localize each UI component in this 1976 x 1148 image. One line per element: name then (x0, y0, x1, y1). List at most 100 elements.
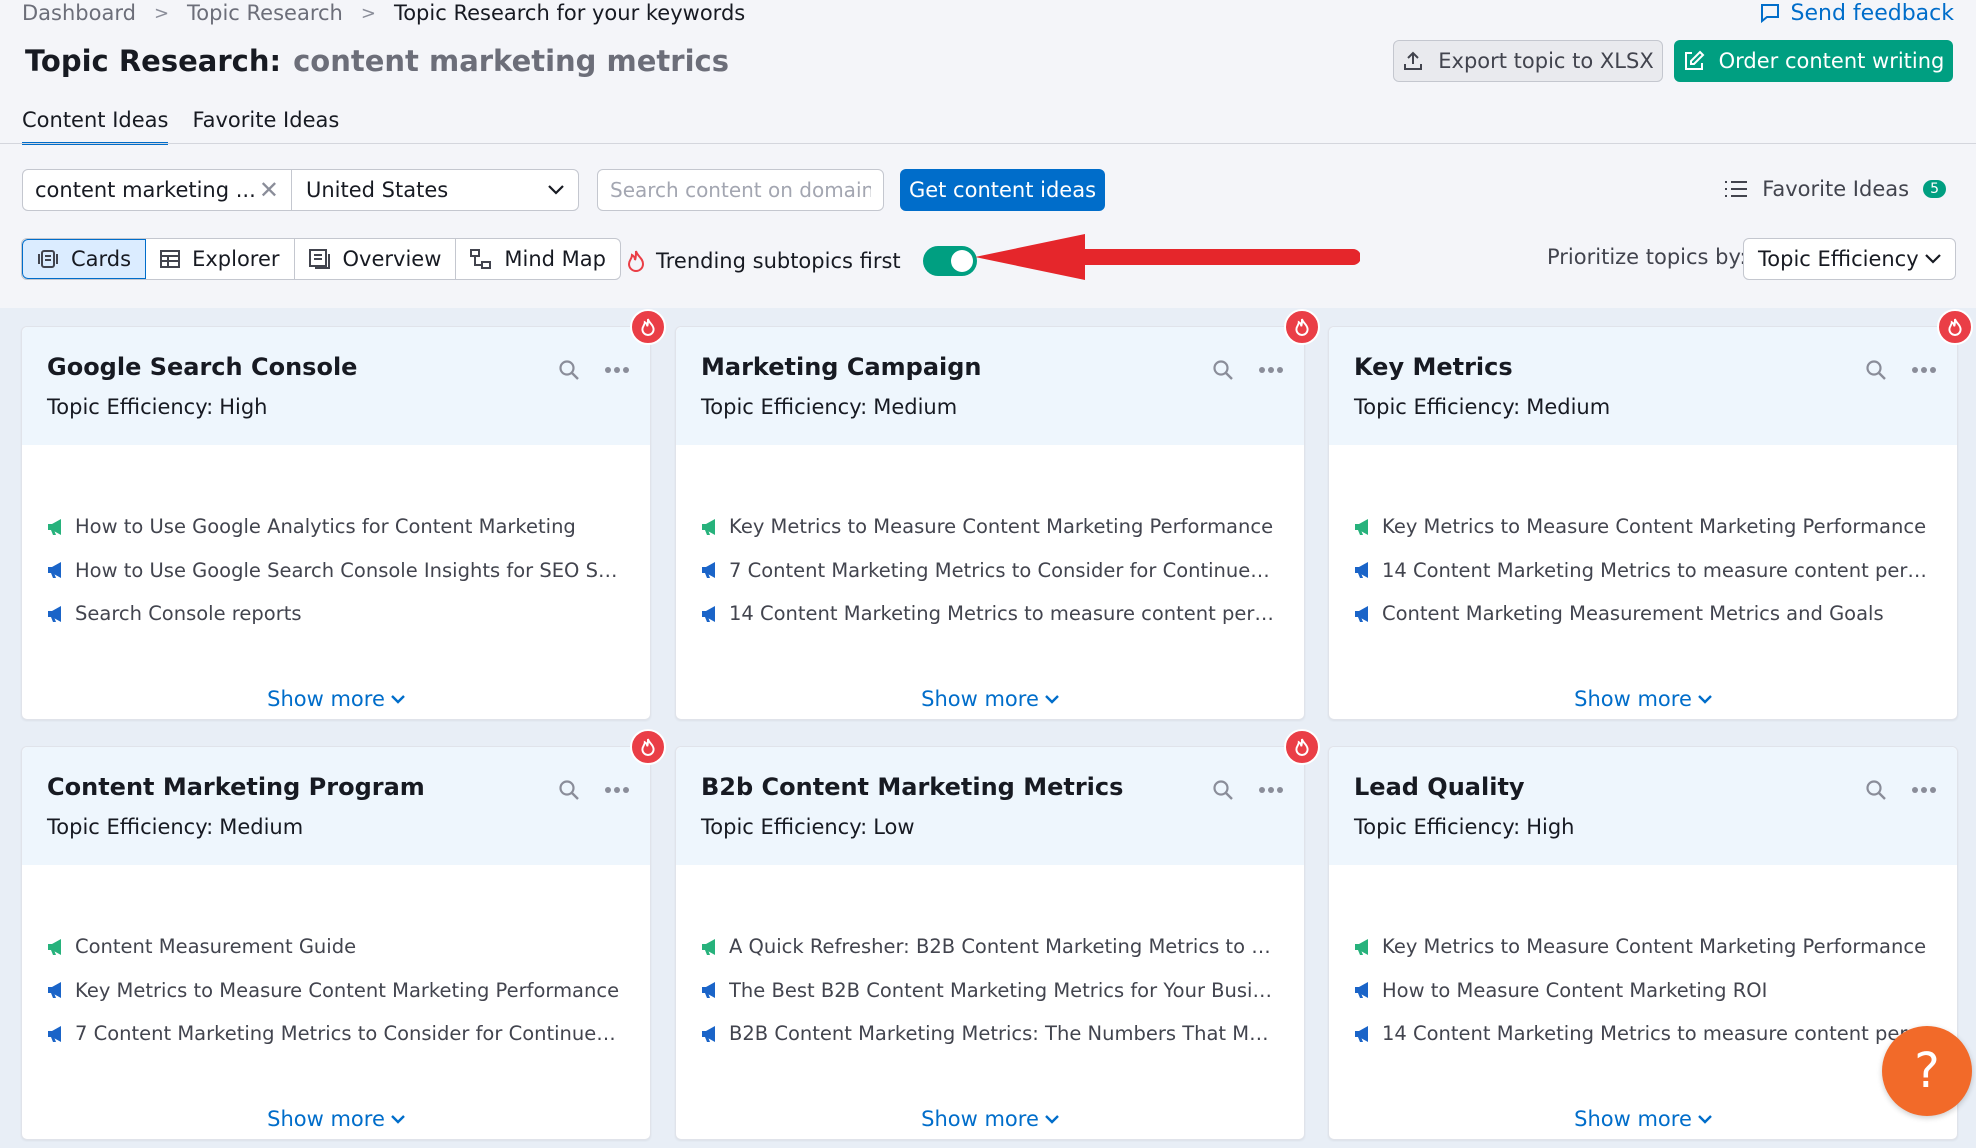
overview-icon (308, 249, 330, 269)
headline-item[interactable]: How to Measure Content Marketing ROI (1354, 969, 1932, 1013)
card-tools (558, 779, 630, 801)
prioritize-label: Prioritize topics by: (1547, 245, 1747, 269)
topic-card[interactable]: Key Metrics Topic Efficiency: Medium Key Me… (1328, 309, 1973, 720)
headline-item[interactable]: 14 Content Marketing Metrics to measure … (1354, 549, 1932, 593)
headline-list: Key Metrics to Measure Content Marketing… (1329, 445, 1957, 636)
view-explorer[interactable]: Explorer (146, 239, 295, 279)
card-title[interactable]: Marketing Campaign (701, 353, 1279, 381)
headline-item[interactable]: Key Metrics to Measure Content Marketing… (1354, 505, 1932, 549)
search-icon[interactable] (558, 779, 580, 801)
headline-list: Key Metrics to Measure Content Marketing… (1329, 865, 1957, 1056)
headline-item[interactable]: B2B Content Marketing Metrics: The Numbe… (701, 1012, 1279, 1056)
show-more-link[interactable]: Show more (22, 1107, 650, 1131)
show-more-label: Show more (921, 687, 1039, 711)
show-more-link[interactable]: Show more (676, 687, 1304, 711)
megaphone-icon (702, 938, 715, 955)
search-icon[interactable] (1865, 359, 1887, 381)
headline-text: How to Use Google Analytics for Content … (75, 515, 576, 539)
headline-item[interactable]: Search Console reports (47, 592, 625, 636)
show-more-label: Show more (267, 687, 385, 711)
headline-item[interactable]: The Best B2B Content Marketing Metrics f… (701, 969, 1279, 1013)
headline-text: Search Console reports (75, 602, 302, 626)
headline-item[interactable]: Key Metrics to Measure Content Marketing… (1354, 925, 1932, 969)
feedback-icon (1760, 4, 1779, 24)
card-efficiency: Topic Efficiency: Medium (1354, 395, 1932, 419)
topic-card[interactable]: B2b Content Marketing Metrics Topic Effic… (675, 729, 1320, 1140)
efficiency-label: Topic Efficiency: (1354, 815, 1521, 839)
help-button[interactable]: ? (1882, 1026, 1972, 1116)
headline-text: 14 Content Marketing Metrics to measure … (1382, 558, 1932, 582)
order-content-button[interactable]: Order content writing (1674, 40, 1953, 82)
trending-toggle[interactable] (922, 246, 977, 276)
topic-card[interactable]: Lead Quality Topic Efficiency: High Key Met… (1328, 746, 1958, 1140)
country-select[interactable]: United States (291, 169, 579, 211)
breadcrumb-item-topic-research[interactable]: Topic Research (187, 1, 343, 25)
show-more-link[interactable]: Show more (676, 1107, 1304, 1131)
domain-search-input[interactable] (597, 169, 884, 211)
table-icon (160, 250, 181, 268)
tab-favorite-ideas[interactable]: Favorite Ideas (192, 108, 339, 145)
show-more-link[interactable]: Show more (1329, 687, 1957, 711)
more-icon[interactable] (1911, 366, 1937, 374)
view-mind-map[interactable]: Mind Map (456, 239, 620, 279)
headline-item[interactable]: Key Metrics to Measure Content Marketing… (47, 969, 625, 1013)
headline-text: A Quick Refresher: B2B Content Marketing… (729, 935, 1279, 959)
view-overview[interactable]: Overview (295, 239, 457, 279)
topic-card[interactable]: Marketing Campaign Topic Efficiency: Mediu… (675, 309, 1320, 720)
megaphone-icon (702, 605, 715, 622)
headline-item[interactable]: A Quick Refresher: B2B Content Marketing… (701, 925, 1279, 969)
more-icon[interactable] (1258, 786, 1284, 794)
keyword-input[interactable]: content marketing ... ✕ (22, 169, 292, 211)
card-title[interactable]: Content Marketing Program (47, 773, 625, 801)
search-icon[interactable] (558, 359, 580, 381)
headline-item[interactable]: Key Metrics to Measure Content Marketing… (701, 505, 1279, 549)
more-icon[interactable] (1911, 786, 1937, 794)
card-efficiency: Topic Efficiency: High (1354, 815, 1932, 839)
card-title[interactable]: Key Metrics (1354, 353, 1932, 381)
card-header: Google Search Console Topic Efficiency: Hi… (22, 327, 650, 445)
clear-icon[interactable]: ✕ (259, 176, 279, 204)
headline-item[interactable]: Content Marketing Measurement Metrics an… (1354, 592, 1932, 636)
page-title-prefix: Topic Research: (25, 44, 282, 78)
more-icon[interactable] (1258, 366, 1284, 374)
headline-item[interactable]: 14 Content Marketing Metrics to measure … (701, 592, 1279, 636)
fire-icon (627, 250, 645, 272)
headline-text: The Best B2B Content Marketing Metrics f… (729, 978, 1279, 1002)
send-feedback-link[interactable]: Send feedback (1759, 0, 1954, 26)
view-cards[interactable]: Cards (22, 239, 147, 279)
headline-text: Content Measurement Guide (75, 935, 357, 959)
fire-icon (1948, 318, 1962, 336)
megaphone-icon (1355, 562, 1368, 579)
megaphone-icon (1355, 982, 1368, 999)
show-more-link[interactable]: Show more (1329, 1107, 1957, 1131)
prioritize-select[interactable]: Topic Efficiency (1743, 238, 1956, 280)
page-title: Topic Research: content marketing metrics (25, 44, 729, 78)
export-xlsx-label: Export topic to XLSX (1438, 49, 1654, 73)
headline-item[interactable]: 7 Content Marketing Metrics to Consider … (701, 549, 1279, 593)
cards-icon (38, 250, 58, 268)
export-xlsx-button[interactable]: Export topic to XLSX (1393, 40, 1663, 82)
headline-item[interactable]: How to Use Google Analytics for Content … (47, 505, 625, 549)
card-title[interactable]: Google Search Console (47, 353, 625, 381)
headline-item[interactable]: 14 Content Marketing Metrics to measure … (1354, 1012, 1932, 1056)
show-more-link[interactable]: Show more (22, 687, 650, 711)
get-content-ideas-button[interactable]: Get content ideas (900, 169, 1105, 211)
search-icon[interactable] (1212, 779, 1234, 801)
headline-item[interactable]: 7 Content Marketing Metrics to Consider … (47, 1012, 625, 1056)
search-icon[interactable] (1865, 779, 1887, 801)
topic-card[interactable]: Content Marketing Program Topic Efficienc… (21, 729, 666, 1140)
headline-item[interactable]: Content Measurement Guide (47, 925, 625, 969)
more-icon[interactable] (604, 366, 630, 374)
card-title[interactable]: B2b Content Marketing Metrics (701, 773, 1279, 801)
send-feedback-label: Send feedback (1790, 0, 1954, 26)
tab-content-ideas[interactable]: Content Ideas (22, 108, 169, 145)
headline-list: How to Use Google Analytics for Content … (22, 445, 650, 636)
megaphone-icon (48, 1025, 61, 1042)
topic-card[interactable]: Google Search Console Topic Efficiency: Hi… (21, 309, 666, 720)
more-icon[interactable] (604, 786, 630, 794)
card-title[interactable]: Lead Quality (1354, 773, 1932, 801)
headline-item[interactable]: How to Use Google Search Console Insight… (47, 549, 625, 593)
favorite-ideas-button[interactable]: Favorite Ideas 5 (1724, 177, 1946, 201)
breadcrumb-item-dashboard[interactable]: Dashboard (22, 1, 136, 25)
search-icon[interactable] (1212, 359, 1234, 381)
